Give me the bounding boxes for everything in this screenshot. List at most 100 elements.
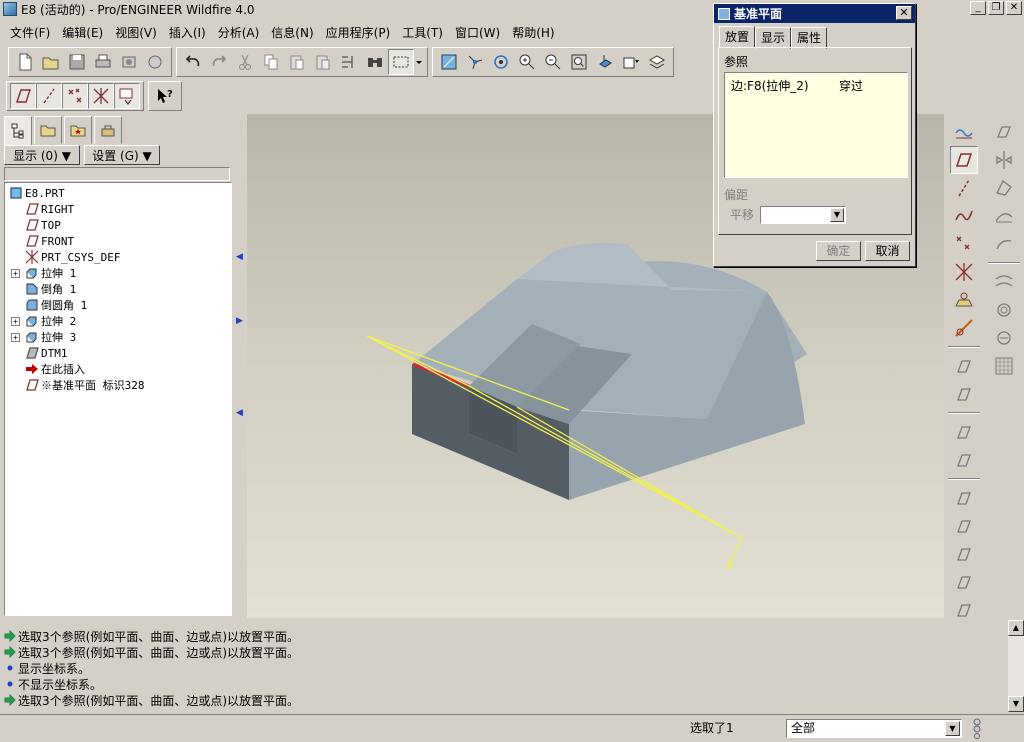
model-tree-tab[interactable] [4, 116, 32, 146]
menu-help[interactable]: 帮助(H) [506, 24, 560, 41]
close-button[interactable]: ✕ [1006, 1, 1022, 15]
undo-icon[interactable] [180, 49, 206, 75]
chevron-down-icon[interactable]: ▼ [830, 208, 844, 222]
revolve-icon[interactable] [950, 380, 978, 408]
favorites-tab[interactable] [64, 116, 92, 144]
datum-axis-toggle-icon[interactable] [36, 83, 62, 109]
datum-plane-toggle-icon[interactable] [10, 83, 36, 109]
scroll-track[interactable] [1008, 636, 1024, 696]
email-icon[interactable] [142, 49, 168, 75]
tree-item[interactable]: PRT_CSYS_DEF [5, 249, 231, 265]
tree-item[interactable]: + 拉伸 3 [5, 329, 231, 345]
menu-applications[interactable]: 应用程序(P) [320, 24, 397, 41]
pattern-icon[interactable] [990, 352, 1018, 380]
tree-item[interactable]: ※基准平面 标识328 [5, 377, 231, 393]
trim-icon[interactable] [990, 202, 1018, 230]
tab-properties[interactable]: 属性 [791, 27, 828, 49]
datum-axis-icon[interactable] [950, 174, 978, 202]
solidify-icon[interactable] [990, 324, 1018, 352]
tree-item[interactable]: + 拉伸 1 [5, 265, 231, 281]
ok-button[interactable]: 确定 [816, 241, 861, 261]
save-icon[interactable] [64, 49, 90, 75]
offset-translate-field[interactable]: ▼ [760, 206, 846, 224]
view-orient-icon[interactable] [592, 49, 618, 75]
orient-icon[interactable] [488, 49, 514, 75]
shell-icon[interactable] [950, 512, 978, 540]
copy-icon[interactable] [258, 49, 284, 75]
sketcher-icon[interactable] [950, 314, 978, 342]
dialog-close-button[interactable]: ✕ [896, 6, 912, 20]
tree-item[interactable]: 倒角 1 [5, 281, 231, 297]
analysis-feature-icon[interactable] [950, 286, 978, 314]
draft-icon[interactable] [950, 568, 978, 596]
copy-feature-icon[interactable] [990, 118, 1018, 146]
saved-views-icon[interactable] [618, 49, 644, 75]
zoom-in-icon[interactable] [514, 49, 540, 75]
annotation-toggle-icon[interactable] [114, 83, 140, 109]
csys-toggle-icon[interactable] [88, 83, 114, 109]
expand-arrow-icon[interactable]: ▶ [236, 316, 244, 326]
new-icon[interactable] [12, 49, 38, 75]
merge-icon[interactable] [990, 174, 1018, 202]
print-icon[interactable] [90, 49, 116, 75]
panel-splitter[interactable]: ◀ ▶ ◀ [234, 112, 246, 618]
paste-icon[interactable] [284, 49, 310, 75]
references-list[interactable]: 边:F8(拉伸_2) 穿过 [724, 72, 908, 178]
open-icon[interactable] [38, 49, 64, 75]
restore-button[interactable]: ❐ [988, 1, 1004, 15]
settings-button[interactable]: 设置 (G) ▼ [84, 145, 160, 165]
rib-icon[interactable] [950, 540, 978, 568]
menu-insert[interactable]: 插入(I) [163, 24, 212, 41]
regenerate-icon[interactable] [336, 49, 362, 75]
tab-display[interactable]: 显示 [755, 27, 792, 49]
tree-item[interactable]: FRONT [5, 233, 231, 249]
menu-tools[interactable]: 工具(T) [396, 24, 449, 41]
menu-analysis[interactable]: 分析(A) [212, 24, 266, 41]
datum-point-toggle-icon[interactable] [62, 83, 88, 109]
zoom-out-icon[interactable] [540, 49, 566, 75]
extend-icon[interactable] [990, 230, 1018, 258]
csys-icon[interactable] [950, 258, 978, 286]
find-icon[interactable] [362, 49, 388, 75]
extrude-icon[interactable] [950, 352, 978, 380]
spin-center-icon[interactable] [462, 49, 488, 75]
hole-icon[interactable] [950, 484, 978, 512]
menu-window[interactable]: 窗口(W) [449, 24, 506, 41]
expand-icon[interactable]: + [11, 268, 20, 278]
select-box-icon[interactable] [388, 49, 414, 75]
variable-sweep-icon[interactable] [950, 418, 978, 446]
blend-icon[interactable] [950, 446, 978, 474]
tree-item[interactable]: TOP [5, 217, 231, 233]
refit-icon[interactable] [566, 49, 592, 75]
reference-item[interactable]: 边:F8(拉伸_2) 穿过 [731, 77, 863, 94]
sketched-curve-icon[interactable] [950, 118, 978, 146]
tree-item[interactable]: 倒圆角 1 [5, 297, 231, 313]
collapse-arrow-icon[interactable]: ◀ [236, 408, 244, 418]
minimize-button[interactable]: _ [970, 1, 986, 15]
message-scrollbar[interactable]: ▲ ▼ [1008, 620, 1024, 712]
menu-info[interactable]: 信息(N) [265, 24, 319, 41]
redo-icon[interactable] [206, 49, 232, 75]
layers-icon[interactable] [644, 49, 670, 75]
tree-item[interactable]: RIGHT [5, 201, 231, 217]
send-icon[interactable] [116, 49, 142, 75]
scroll-up-button[interactable]: ▲ [1008, 620, 1024, 636]
chevron-down-icon[interactable]: ▼ [945, 721, 960, 736]
tree-item[interactable]: + 拉伸 2 [5, 313, 231, 329]
datum-point-icon[interactable] [950, 230, 978, 258]
paste-special-icon[interactable] [310, 49, 336, 75]
datum-plane-icon[interactable] [950, 146, 978, 174]
lights-icon[interactable] [970, 717, 984, 742]
menu-file[interactable]: 文件(F) [4, 24, 56, 41]
repaint-icon[interactable] [436, 49, 462, 75]
tab-placement[interactable]: 放置 [719, 26, 756, 48]
collapse-arrow-icon[interactable]: ◀ [236, 252, 244, 262]
tree-item[interactable]: DTM1 [5, 345, 231, 361]
datum-curve-icon[interactable] [950, 202, 978, 230]
expand-icon[interactable]: + [11, 332, 20, 342]
mirror-icon[interactable] [990, 146, 1018, 174]
scroll-down-button[interactable]: ▼ [1008, 696, 1024, 712]
connections-tab[interactable] [94, 116, 122, 144]
thicken-icon[interactable] [990, 296, 1018, 324]
reference-constraint[interactable]: 穿过 [839, 77, 863, 94]
